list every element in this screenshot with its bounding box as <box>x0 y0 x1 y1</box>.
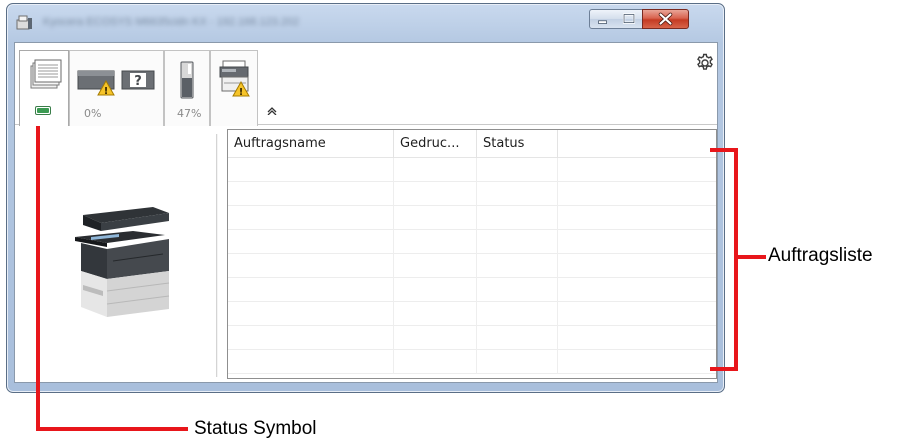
table-cell <box>394 230 477 254</box>
minimize-icon <box>598 20 607 24</box>
table-cell <box>477 182 558 206</box>
table-cell <box>477 302 558 326</box>
tab-toner-level[interactable]: 47% <box>164 50 210 126</box>
toner-level-text: 0% <box>84 107 102 120</box>
maximize-button[interactable] <box>616 9 643 29</box>
status-symbol-callout-vertical <box>36 108 40 431</box>
table-cell <box>228 254 394 278</box>
job-list-bracket-bottom <box>710 367 738 371</box>
table-row[interactable] <box>228 230 716 254</box>
table-cell <box>394 206 477 230</box>
close-button[interactable] <box>642 9 689 29</box>
toner-percent-text: 47% <box>177 107 202 120</box>
tab-toner-paper[interactable]: ? ! 0% <box>69 50 164 126</box>
table-row[interactable] <box>228 206 716 230</box>
table-cell <box>477 206 558 230</box>
table-row[interactable] <box>228 254 716 278</box>
tab-device[interactable]: ! <box>210 50 258 126</box>
table-cell <box>228 182 394 206</box>
table-cell <box>394 254 477 278</box>
table-row[interactable] <box>228 350 716 374</box>
table-cell <box>477 254 558 278</box>
status-symbol-callout-horizontal <box>36 427 188 431</box>
toner-paper-warning-icon: ? ! <box>77 70 155 97</box>
printer-pages-icon <box>30 59 62 89</box>
maximize-icon <box>622 13 636 24</box>
client-area: ? ! 0% 47% ! Auftragsname Gedruc... Stat… <box>14 42 718 383</box>
device-image-pane <box>15 126 212 382</box>
table-cell <box>228 158 394 182</box>
table-cell <box>477 230 558 254</box>
column-header-status[interactable]: Status <box>477 130 558 158</box>
svg-text:!: ! <box>239 87 244 97</box>
table-row[interactable] <box>228 182 716 206</box>
window-title: Kyocera ECOSYS M6635cidn KX - 192.168.12… <box>43 16 300 28</box>
table-cell <box>477 278 558 302</box>
table-cell <box>228 302 394 326</box>
status-monitor-window: Kyocera ECOSYS M6635cidn KX - 192.168.12… <box>6 3 725 393</box>
table-cell <box>394 278 477 302</box>
job-list-header: Auftragsname Gedruc... Status <box>228 130 716 158</box>
job-list-bracket-spine <box>734 148 738 371</box>
title-bar[interactable]: Kyocera ECOSYS M6635cidn KX - 192.168.12… <box>7 4 724 42</box>
table-cell <box>228 230 394 254</box>
device-warning-icon: ! <box>219 60 250 97</box>
status-tabs-toolbar: ? ! 0% 47% ! <box>15 43 717 126</box>
table-cell <box>477 326 558 350</box>
toner-level-icon <box>180 61 194 99</box>
table-cell <box>394 302 477 326</box>
table-cell <box>228 278 394 302</box>
minimize-button[interactable] <box>589 9 617 29</box>
job-list-callout-line <box>738 255 766 259</box>
svg-text:!: ! <box>104 86 109 97</box>
printer-app-icon <box>16 15 32 30</box>
chevron-up-double-icon[interactable] <box>267 107 277 115</box>
tab-printer-status[interactable] <box>19 50 69 126</box>
column-header-printed[interactable]: Gedruc... <box>394 130 477 158</box>
table-cell <box>394 158 477 182</box>
pane-divider[interactable] <box>216 134 218 377</box>
table-cell <box>394 326 477 350</box>
table-row[interactable] <box>228 278 716 302</box>
table-row[interactable] <box>228 326 716 350</box>
table-row[interactable] <box>228 302 716 326</box>
table-cell <box>228 326 394 350</box>
table-row[interactable] <box>228 158 716 182</box>
close-icon <box>658 12 673 26</box>
printer-device-image <box>75 207 170 317</box>
job-list-table[interactable]: Auftragsname Gedruc... Status <box>227 129 717 379</box>
gear-icon[interactable] <box>695 53 715 73</box>
table-cell <box>477 350 558 374</box>
status-symbol-icon <box>35 106 51 115</box>
svg-text:?: ? <box>134 74 142 89</box>
table-cell <box>394 182 477 206</box>
column-header-job-name[interactable]: Auftragsname <box>228 130 394 158</box>
table-cell <box>477 158 558 182</box>
table-cell <box>394 350 477 374</box>
job-list-callout-label: Auftragsliste <box>768 245 873 266</box>
table-cell <box>228 206 394 230</box>
table-cell <box>228 350 394 374</box>
status-symbol-callout-label: Status Symbol <box>194 418 317 439</box>
